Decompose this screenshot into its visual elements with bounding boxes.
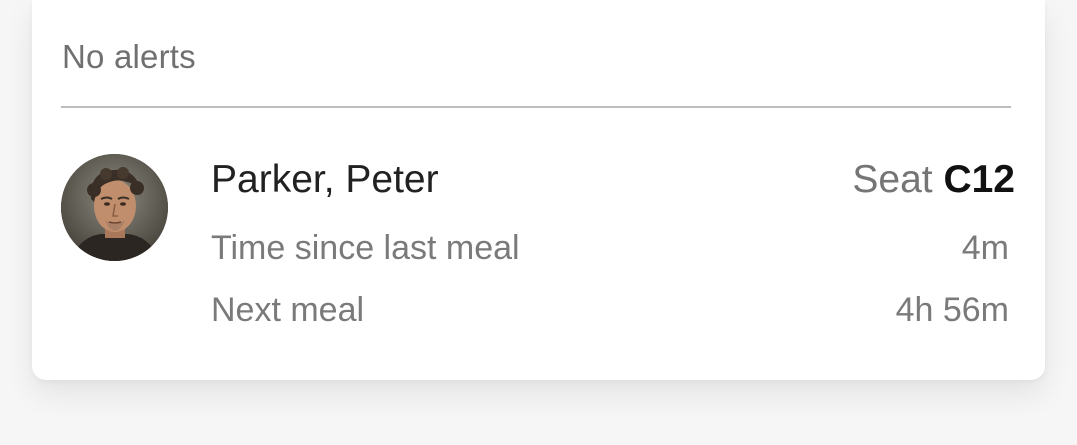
seat-code: C12 (943, 158, 1015, 201)
time-since-last-meal-value: 4m (961, 229, 1009, 267)
time-since-last-meal-label: Time since last meal (211, 229, 520, 267)
divider (61, 106, 1011, 108)
seat-info: Seat C12 (852, 158, 1015, 202)
next-meal-value: 4h 56m (895, 291, 1009, 329)
avatar-portrait-icon (61, 154, 168, 261)
seat-label: Seat (852, 158, 933, 201)
passenger-card: No alerts Parker, Peter Seat C12 Time si… (32, 0, 1045, 380)
avatar (61, 154, 168, 261)
next-meal-label: Next meal (211, 291, 365, 329)
passenger-name: Parker, Peter (211, 158, 439, 201)
alerts-status: No alerts (62, 38, 196, 75)
